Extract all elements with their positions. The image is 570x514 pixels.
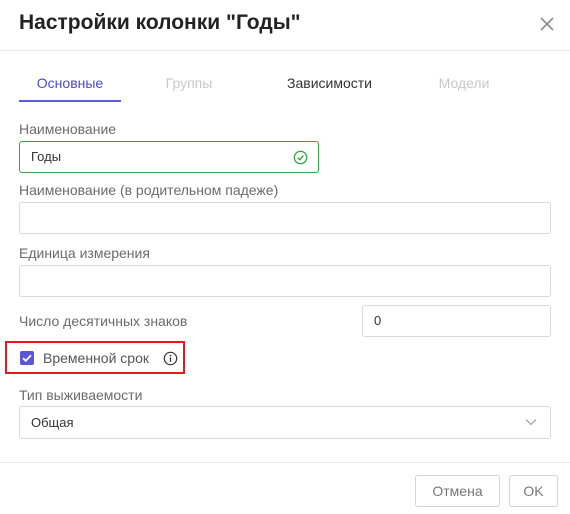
tab-groups: Группы [165,75,213,91]
survival-type-value: Общая [31,415,74,430]
decimals-label: Число десятичных знаков [19,313,188,329]
tab-bar: Основные Группы Зависимости Модели [19,64,552,102]
tab-main[interactable]: Основные [19,64,121,102]
name-value: Годы [31,149,62,164]
name-genitive-label: Наименование (в родительном падеже) [19,182,279,198]
close-icon[interactable] [536,13,558,35]
time-period-checkbox[interactable] [20,351,34,365]
unit-field[interactable] [19,265,551,297]
tab-dependencies[interactable]: Зависимости [277,64,382,100]
survival-type-select[interactable]: Общая [19,406,551,439]
cancel-button[interactable]: Отмена [415,475,500,507]
dialog-title: Настройки колонки "Годы" [19,11,301,34]
decimals-value: 0 [374,313,382,328]
name-genitive-field[interactable] [19,202,551,234]
dialog-header: Настройки колонки "Годы" [0,0,570,51]
info-icon[interactable] [163,351,178,366]
unit-label: Единица измерения [19,245,150,261]
name-field[interactable]: Годы [19,141,319,173]
survival-type-label: Тип выживаемости [19,387,143,403]
name-label: Наименование [19,121,117,137]
ok-button[interactable]: OK [509,475,558,507]
time-period-label[interactable]: Временной срок [43,350,149,366]
check-circle-icon [293,150,308,165]
tab-models: Модели [438,75,490,91]
footer-divider [0,462,570,463]
column-settings-dialog: Настройки колонки "Годы" Основные Группы… [0,0,570,514]
chevron-down-icon[interactable] [525,418,537,426]
checkmark-icon [22,354,32,363]
decimals-field[interactable]: 0 [362,305,551,337]
